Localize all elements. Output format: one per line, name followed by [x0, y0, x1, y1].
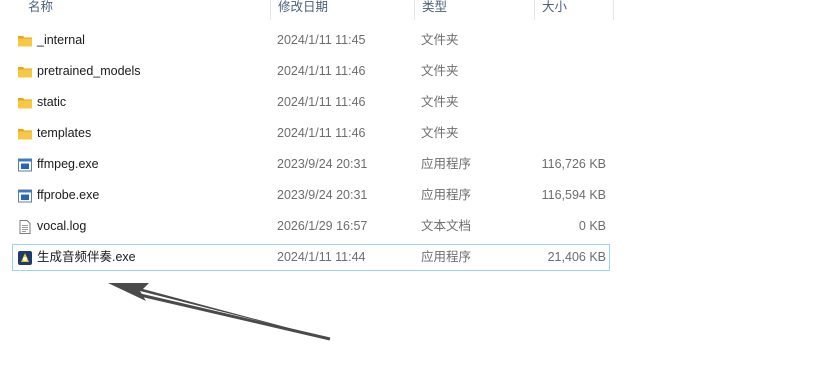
annotation-arrow-icon [108, 283, 331, 341]
file-explorer-view: 名称 修改日期 类型 大小 _internal 2024/1/11 11:45 … [0, 0, 834, 392]
